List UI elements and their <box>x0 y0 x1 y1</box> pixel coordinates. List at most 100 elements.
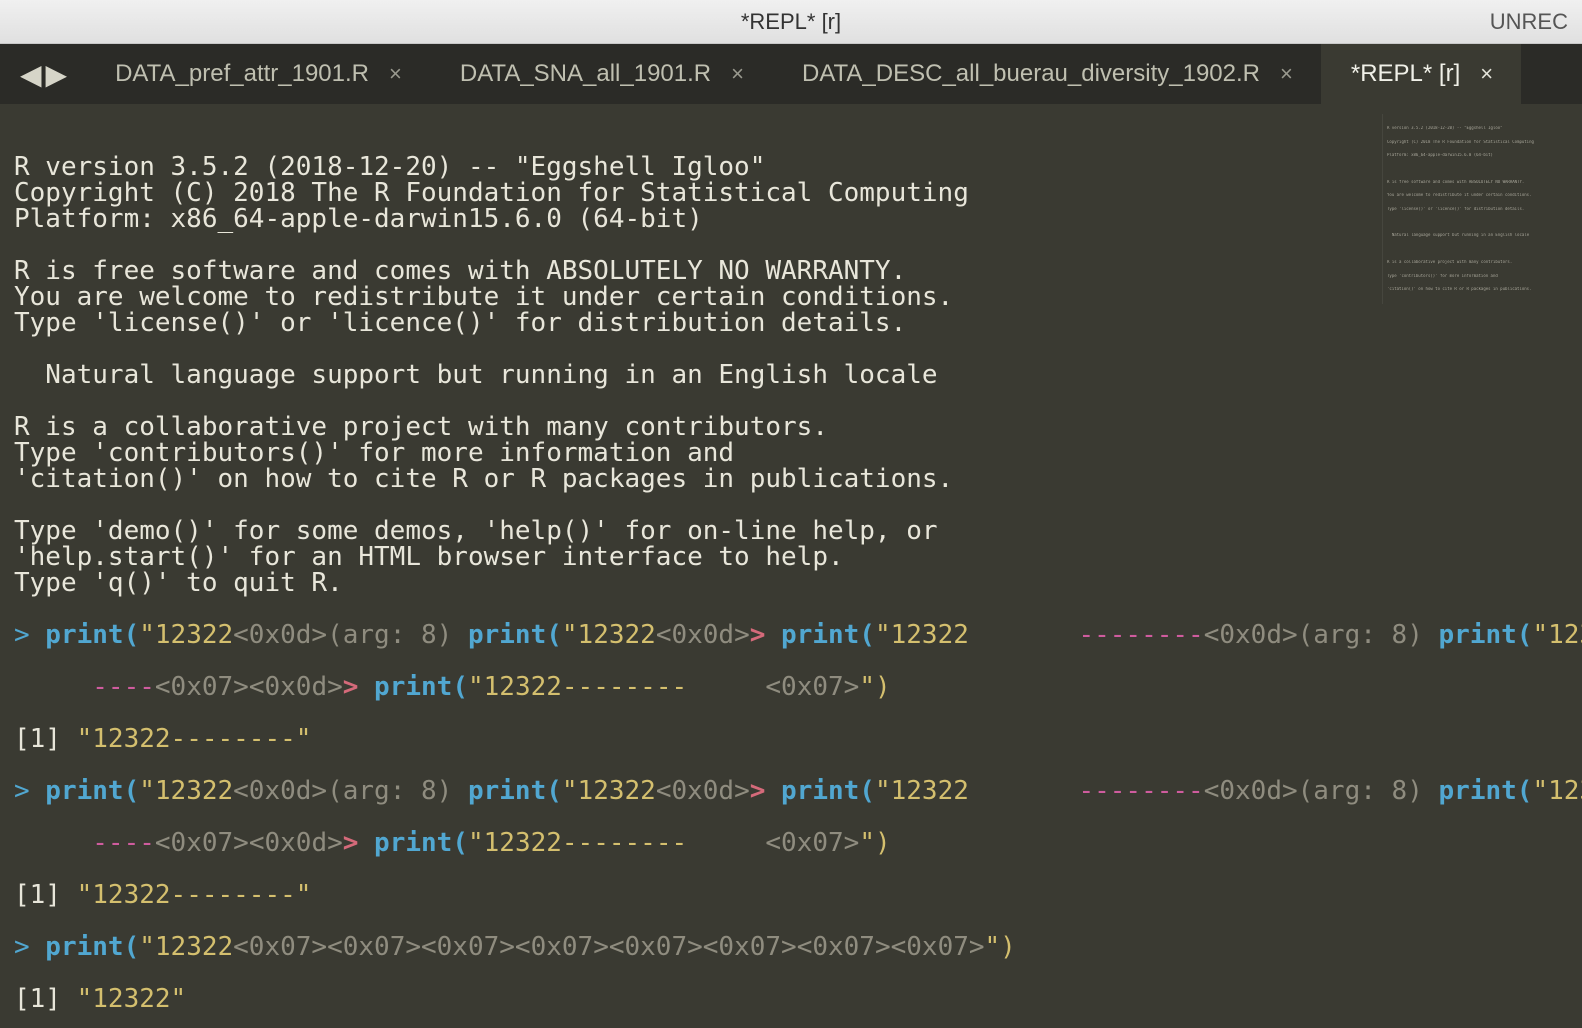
dashes: ---- <box>92 828 155 858</box>
escape-seq: <0x07> <box>609 932 703 962</box>
close-icon[interactable]: × <box>1474 61 1499 87</box>
tab-data-pref-attr[interactable]: DATA_pref_attr_1901.R × <box>85 44 430 104</box>
close-icon[interactable]: × <box>1274 61 1299 87</box>
repl-fn: print( <box>358 672 468 702</box>
escape-seq: <0x0d> <box>1204 620 1298 650</box>
gap <box>969 620 1079 650</box>
repl-fn: print( <box>1423 776 1533 806</box>
banner-line: Natural language support but running in … <box>14 360 938 390</box>
tab-data-desc-diversity[interactable]: DATA_DESC_all_buerau_diversity_1902.R × <box>772 44 1321 104</box>
r-banner: R version 3.5.2 (2018-12-20) -- "Eggshel… <box>14 154 1568 596</box>
minimap-line <box>1387 300 1578 304</box>
escape-seq: <0x0d> <box>233 776 327 806</box>
escape-seq: <0x07> <box>797 932 891 962</box>
repl-string: ") <box>859 672 890 702</box>
banner-line: 'citation()' on how to cite R or R packa… <box>14 464 953 494</box>
tab-repl[interactable]: *REPL* [r] × <box>1321 44 1521 104</box>
output-value: "12322--------" <box>61 880 311 910</box>
repl-line-3: > print("12322<0x07><0x07><0x07><0x07><0… <box>14 934 1568 960</box>
nav-prev-icon[interactable]: ◀ <box>20 58 42 91</box>
repl-output-1: [1] "12322--------" <box>14 726 1568 752</box>
minimap-line: Type 'license()' or 'licence()' for dist… <box>1387 207 1578 212</box>
escape-seq: <0x07> <box>155 672 249 702</box>
minimap-line <box>1387 247 1578 252</box>
repl-fn: print( <box>1423 620 1533 650</box>
output-value: "12322--------" <box>61 724 311 754</box>
arg-hint: (arg: 8) <box>327 776 452 806</box>
repl-line-1: > print("12322<0x0d>(arg: 8) print("1232… <box>14 622 1568 648</box>
minimap-line: You are welcome to redistribute it under… <box>1387 193 1578 198</box>
repl-line-2b: ----<0x07><0x0d>> print("12322-------- <… <box>14 830 1568 856</box>
minimap-line: Platform: x86_64-apple-darwin15.6.0 (64-… <box>1387 153 1578 158</box>
repl-editor[interactable]: R version 3.5.2 (2018-12-20) -- "Eggshel… <box>0 104 1582 1028</box>
cont-prompt: > <box>343 672 359 702</box>
cont-prompt: > <box>343 828 359 858</box>
repl-string: "12322 <box>1532 620 1582 650</box>
banner-line: Type 'license()' or 'licence()' for dist… <box>14 308 906 338</box>
repl-string: ") <box>859 828 890 858</box>
arg-hint: (arg: 8) <box>1298 776 1423 806</box>
minimap-line: Natural language support but running in … <box>1387 233 1578 238</box>
escape-seq: <0x07> <box>703 932 797 962</box>
repl-fn: print( <box>765 776 875 806</box>
escape-seq: <0x0d> <box>249 672 343 702</box>
repl-fn: print( <box>30 776 140 806</box>
repl-prompt: > <box>14 932 30 962</box>
close-icon[interactable]: × <box>725 61 750 87</box>
escape-seq: <0x07> <box>233 932 327 962</box>
repl-prompt: > <box>14 620 30 650</box>
minimap-line: R is free software and comes with ABSOLU… <box>1387 180 1578 185</box>
output-index: [1] <box>14 880 61 910</box>
repl-string: "12322 <box>562 776 656 806</box>
minimap-line: 'citation()' on how to cite R or R packa… <box>1387 287 1578 292</box>
tab-data-sna-all[interactable]: DATA_SNA_all_1901.R × <box>430 44 772 104</box>
repl-fn: print( <box>30 932 140 962</box>
repl-string: "12322 <box>139 932 233 962</box>
escape-seq: <0x07> <box>891 932 985 962</box>
dashes: -------- <box>1078 620 1203 650</box>
repl-output-3: [1] "12322" <box>14 986 1568 1012</box>
escape-seq: <0x07> <box>765 672 859 702</box>
escape-seq: <0x07> <box>765 828 859 858</box>
repl-string: -------- <box>562 828 766 858</box>
repl-fn: print( <box>30 620 140 650</box>
escape-seq: <0x07> <box>155 828 249 858</box>
tab-nav-arrows: ◀ ▶ <box>8 58 85 91</box>
output-index: [1] <box>14 984 61 1014</box>
repl-fn: print( <box>452 620 562 650</box>
minimap-line <box>1387 167 1578 172</box>
repl-output-2: [1] "12322--------" <box>14 882 1568 908</box>
window-title: *REPL* [r] <box>741 9 841 35</box>
escape-seq: <0x07> <box>515 932 609 962</box>
escape-seq: <0x0d> <box>656 776 750 806</box>
repl-string: "12322 <box>468 672 562 702</box>
minimap[interactable]: R version 3.5.2 (2018-12-20) -- "Eggshel… <box>1382 114 1582 304</box>
minimap-line: R version 3.5.2 (2018-12-20) -- "Eggshel… <box>1387 126 1578 131</box>
minimap-line: R is a collaborative project with many c… <box>1387 260 1578 265</box>
arg-hint: (arg: 8) <box>1298 620 1423 650</box>
escape-seq: <0x0d> <box>1204 776 1298 806</box>
repl-string: -------- <box>562 672 766 702</box>
tab-label: DATA_pref_attr_1901.R <box>115 60 369 88</box>
banner-line: Type 'q()' to quit R. <box>14 568 343 598</box>
escape-seq: <0x0d> <box>656 620 750 650</box>
output-value: "12322" <box>61 984 186 1014</box>
repl-prompt: > <box>14 776 30 806</box>
escape-seq: <0x07> <box>421 932 515 962</box>
cont-prompt: > <box>750 620 766 650</box>
repl-line-1b: ----<0x07><0x0d>> print("12322-------- <… <box>14 674 1568 700</box>
escape-seq: <0x07> <box>327 932 421 962</box>
minimap-line <box>1387 220 1578 225</box>
minimap-line: Copyright (C) 2018 The R Foundation for … <box>1387 140 1578 145</box>
nav-next-icon[interactable]: ▶ <box>46 58 68 91</box>
close-icon[interactable]: × <box>383 61 408 87</box>
minimap-line: Type 'contributors()' for more informati… <box>1387 274 1578 279</box>
repl-string: "12322 <box>875 776 969 806</box>
repl-string: "12322 <box>139 620 233 650</box>
dashes: -------- <box>1078 776 1203 806</box>
repl-fn: print( <box>358 828 468 858</box>
banner-line: Platform: x86_64-apple-darwin15.6.0 (64-… <box>14 204 703 234</box>
output-index: [1] <box>14 724 61 754</box>
repl-string: "12322 <box>562 620 656 650</box>
repl-fn: print( <box>765 620 875 650</box>
